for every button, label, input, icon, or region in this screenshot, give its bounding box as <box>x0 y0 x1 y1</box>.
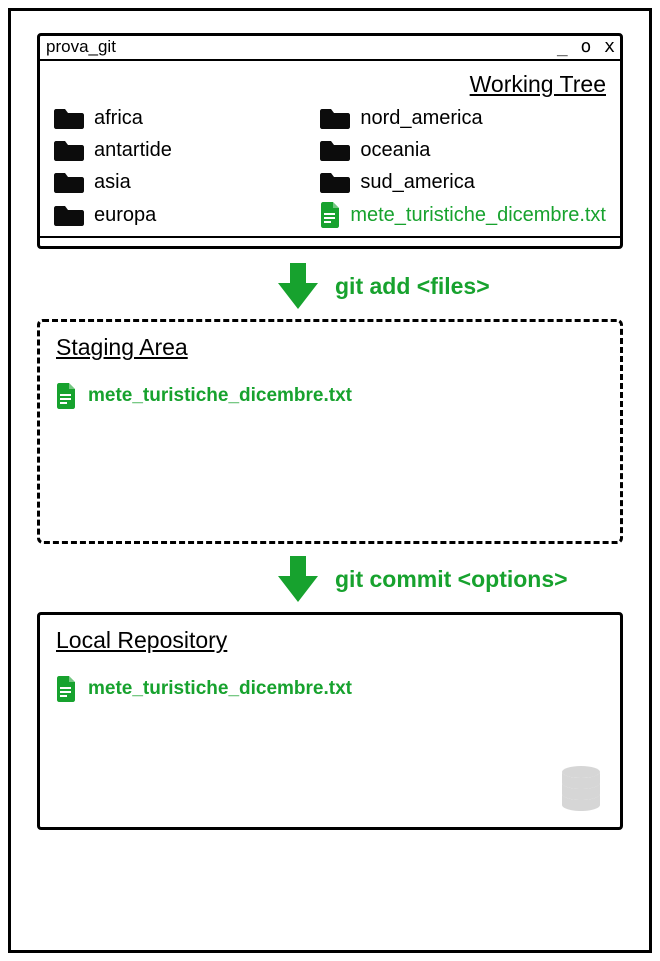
command-text: git commit <options> <box>335 566 568 593</box>
repo-heading: Local Repository <box>56 627 604 654</box>
file-label: mete_turistiche_dicembre.txt <box>350 204 606 227</box>
arrow-down-icon <box>275 554 321 604</box>
folder-label: africa <box>94 107 143 130</box>
folder-item[interactable]: asia <box>54 170 310 194</box>
folder-item[interactable]: nord_america <box>320 106 606 130</box>
file-label: mete_turistiche_dicembre.txt <box>88 678 352 700</box>
folder-icon <box>54 170 84 194</box>
folder-icon <box>54 203 84 227</box>
file-item[interactable]: mete_turistiche_dicembre.txt <box>320 202 606 228</box>
local-repo-box: Local Repository mete_turistiche_dicembr… <box>37 612 623 830</box>
window-body: Working Tree africa nord_america antarti… <box>40 61 620 236</box>
document-icon <box>320 202 340 228</box>
staging-heading: Staging Area <box>56 334 604 361</box>
folder-label: nord_america <box>360 107 482 130</box>
folder-icon <box>320 106 350 130</box>
window-controls-icon[interactable]: _ o x <box>557 36 616 57</box>
file-item[interactable]: mete_turistiche_dicembre.txt <box>56 676 604 702</box>
command-text: git add <files> <box>335 273 490 300</box>
folder-item[interactable]: sud_america <box>320 170 606 194</box>
document-icon <box>56 676 76 702</box>
arrow-git-add: git add <files> <box>37 261 623 311</box>
folder-icon <box>54 106 84 130</box>
window-title: prova_git <box>46 37 116 57</box>
folder-icon <box>320 138 350 162</box>
database-icon <box>560 765 602 813</box>
folder-icon <box>320 170 350 194</box>
working-tree-window: prova_git _ o x Working Tree africa nord… <box>37 33 623 249</box>
diagram-frame: prova_git _ o x Working Tree africa nord… <box>8 8 652 953</box>
document-icon <box>56 383 76 409</box>
folder-item[interactable]: antartide <box>54 138 310 162</box>
window-titlebar: prova_git _ o x <box>40 36 620 61</box>
arrow-down-icon <box>275 261 321 311</box>
staging-area-box: Staging Area mete_turistiche_dicembre.tx… <box>37 319 623 544</box>
file-label: mete_turistiche_dicembre.txt <box>88 385 352 407</box>
folder-label: antartide <box>94 139 172 162</box>
folder-item[interactable]: africa <box>54 106 310 130</box>
file-item[interactable]: mete_turistiche_dicembre.txt <box>56 383 604 409</box>
folder-label: oceania <box>360 139 430 162</box>
folder-icon <box>54 138 84 162</box>
folder-label: europa <box>94 204 156 227</box>
folder-label: sud_america <box>360 171 475 194</box>
folder-item[interactable]: oceania <box>320 138 606 162</box>
window-statusbar <box>40 236 620 246</box>
arrow-git-commit: git commit <options> <box>37 554 623 604</box>
folder-item[interactable]: europa <box>54 202 310 228</box>
folder-label: asia <box>94 171 131 194</box>
file-grid: africa nord_america antartide oceania <box>54 106 606 228</box>
working-tree-heading: Working Tree <box>54 71 606 98</box>
